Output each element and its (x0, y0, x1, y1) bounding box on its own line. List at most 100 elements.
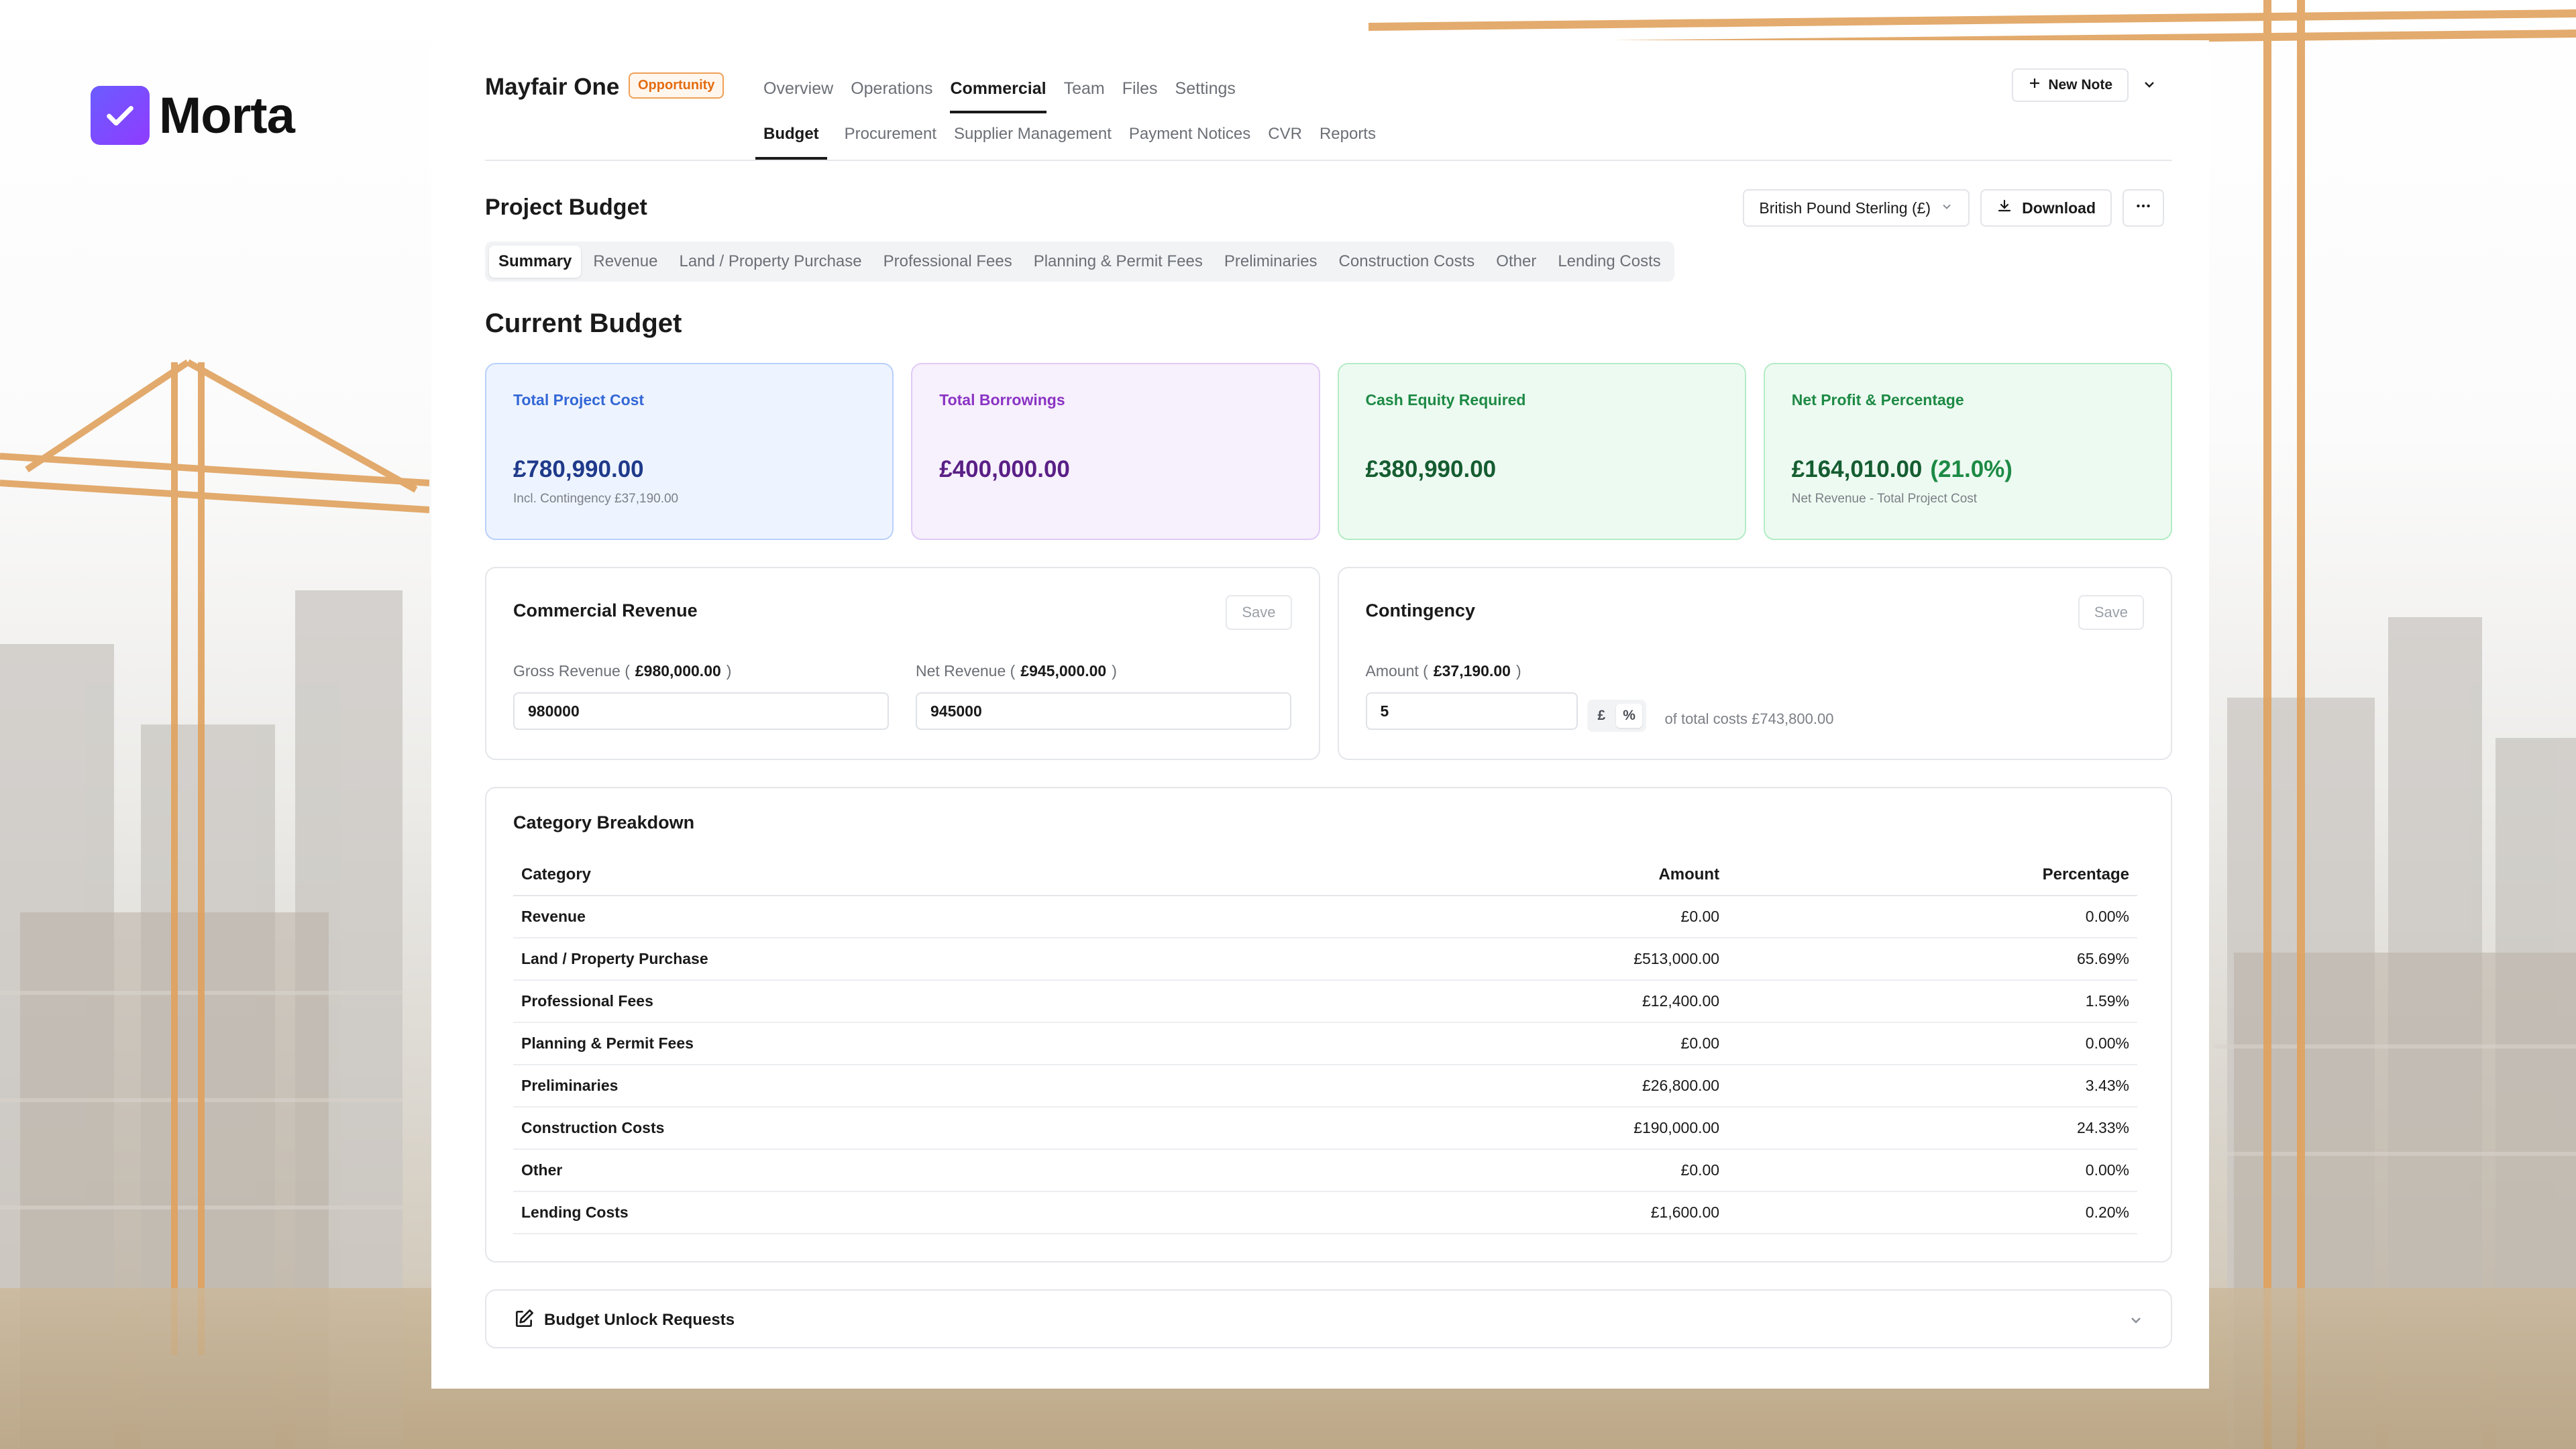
morta-logo[interactable]: Morta (91, 86, 295, 145)
gross-revenue-amount: £980,000.00 (635, 662, 721, 680)
subnav-reports[interactable]: Reports (1320, 125, 1376, 160)
tab-professional-fees[interactable]: Professional Fees (874, 246, 1022, 278)
download-label: Download (2022, 199, 2096, 217)
page-title: Project Budget (485, 195, 647, 220)
contingency-save-button[interactable]: Save (2078, 595, 2144, 630)
card-label: Cash Equity Required (1365, 391, 1526, 409)
contingency-amount-field: Amount (£37,190.00) (1365, 662, 1578, 730)
row-category: Professional Fees (513, 980, 1322, 1023)
top-nav: Overview Operations Commercial Team File… (763, 79, 1236, 113)
gross-revenue-label-row: Gross Revenue (£980,000.00) (513, 662, 732, 680)
nav-files[interactable]: Files (1122, 79, 1158, 113)
card-label: Net Profit & Percentage (1791, 391, 1964, 409)
nav-settings[interactable]: Settings (1175, 79, 1236, 113)
row-category: Lending Costs (513, 1191, 1322, 1234)
card-value: £164,010.00 (1791, 456, 1923, 482)
budget-unlock-requests-accordion[interactable]: Budget Unlock Requests (485, 1289, 2172, 1348)
currency-select-value: British Pound Sterling (£) (1759, 199, 1931, 217)
tab-summary[interactable]: Summary (489, 246, 582, 278)
net-revenue-label-row: Net Revenue (£945,000.00) (916, 662, 1117, 680)
subnav-procurement[interactable]: Procurement (845, 125, 936, 160)
revenue-save-button[interactable]: Save (1226, 595, 1292, 630)
card-value: £380,990.00 (1365, 456, 1497, 482)
card-label: Total Borrowings (939, 391, 1065, 409)
revenue-contingency-row: Commercial Revenue Save Gross Revenue (£… (485, 567, 2172, 760)
project-header: Mayfair One Opportunity Overview Operati… (485, 40, 2172, 114)
tab-construction-costs[interactable]: Construction Costs (1330, 246, 1485, 278)
download-icon (1996, 198, 2012, 218)
column-header-percentage: Percentage (1727, 865, 2137, 896)
unit-pound-option[interactable]: £ (1591, 704, 1613, 728)
status-badge: Opportunity (629, 72, 724, 99)
card-value: £780,990.00 (513, 456, 644, 482)
row-percentage: 0.00% (1727, 1022, 2137, 1065)
tab-lending-costs[interactable]: Lending Costs (1548, 246, 1670, 278)
download-button[interactable]: Download (1980, 189, 2112, 227)
row-category: Preliminaries (513, 1065, 1322, 1108)
currency-select[interactable]: British Pound Sterling (£) (1743, 189, 1970, 227)
gross-revenue-field: Gross Revenue (£980,000.00) (513, 662, 889, 730)
contingency-input[interactable] (1365, 692, 1578, 730)
row-amount: £0.00 (1322, 1149, 1728, 1192)
subnav-payment-notices[interactable]: Payment Notices (1129, 125, 1250, 160)
row-percentage: 0.20% (1727, 1191, 2137, 1234)
card-subtext: Net Revenue - Total Project Cost (1791, 492, 1978, 506)
table-row: Other £0.00 0.00% (513, 1149, 2137, 1192)
new-note-button[interactable]: New Note (2012, 68, 2129, 102)
new-note-label: New Note (2048, 77, 2112, 93)
contingency-panel: Contingency Save Amount (£37,190.00) £ %… (1337, 567, 2172, 760)
main-panel: Mayfair One Opportunity Overview Operati… (431, 40, 2209, 1389)
row-category: Planning & Permit Fees (513, 1022, 1322, 1065)
more-horizontal-icon (2135, 197, 2152, 219)
subnav-supplier-management[interactable]: Supplier Management (954, 125, 1112, 160)
net-revenue-field: Net Revenue (£945,000.00) (916, 662, 1291, 730)
budget-header: Project Budget British Pound Sterling (£… (485, 161, 2172, 241)
contingency-label-row: Amount (£37,190.00) (1365, 662, 1521, 680)
row-amount: £513,000.00 (1322, 938, 1728, 981)
nav-commercial[interactable]: Commercial (950, 79, 1046, 113)
more-options-button[interactable] (2123, 189, 2164, 227)
cash-equity-card: Cash Equity Required £380,990.00 (1337, 363, 1746, 540)
gross-revenue-input[interactable] (513, 692, 889, 730)
nav-overview[interactable]: Overview (763, 79, 833, 113)
card-label: Total Project Cost (513, 391, 645, 409)
unit-percent-option[interactable]: % (1616, 704, 1642, 728)
plus-icon (2028, 76, 2041, 94)
column-header-category: Category (513, 865, 1322, 896)
subnav-budget[interactable]: Budget (755, 125, 827, 160)
tab-revenue[interactable]: Revenue (584, 246, 667, 278)
crane-left-image (0, 359, 429, 1355)
table-header-row: Category Amount Percentage (513, 865, 2137, 896)
category-breakdown-title: Category Breakdown (513, 812, 695, 833)
tab-planning-permit-fees[interactable]: Planning & Permit Fees (1024, 246, 1212, 278)
table-row: Revenue £0.00 0.00% (513, 896, 2137, 938)
row-amount: £1,600.00 (1322, 1191, 1728, 1234)
commercial-subnav: Budget Procurement Supplier Management P… (485, 114, 2172, 161)
row-category: Land / Property Purchase (513, 938, 1322, 981)
budget-unlock-requests-label: Budget Unlock Requests (544, 1311, 735, 1329)
tab-other[interactable]: Other (1487, 246, 1546, 278)
chevron-down-icon (1940, 199, 1953, 217)
row-percentage: 3.43% (1727, 1065, 2137, 1108)
column-header-amount: Amount (1322, 865, 1728, 896)
nav-operations[interactable]: Operations (851, 79, 932, 113)
row-percentage: 1.59% (1727, 980, 2137, 1023)
logo-text: Morta (159, 87, 295, 144)
card-value-row: £164,010.00 (21.0%) (1792, 456, 2012, 483)
chevron-down-icon[interactable] (2141, 76, 2157, 96)
tab-land-property-purchase[interactable]: Land / Property Purchase (669, 246, 871, 278)
row-category: Other (513, 1149, 1322, 1192)
nav-team[interactable]: Team (1064, 79, 1105, 113)
table-row: Construction Costs £190,000.00 24.33% (513, 1107, 2137, 1150)
row-category: Construction Costs (513, 1107, 1322, 1150)
tab-preliminaries[interactable]: Preliminaries (1215, 246, 1327, 278)
row-percentage: 65.69% (1727, 938, 2137, 981)
contingency-unit-toggle: £ % (1587, 700, 1646, 732)
budget-toolbar: British Pound Sterling (£) Download (1743, 189, 2164, 227)
card-value: £400,000.00 (939, 456, 1070, 482)
subnav-cvr[interactable]: CVR (1268, 125, 1302, 160)
budget-tabs: Summary Revenue Land / Property Purchase… (485, 241, 1674, 282)
total-borrowings-card: Total Borrowings £400,000.00 (911, 363, 1320, 540)
row-amount: £12,400.00 (1322, 980, 1728, 1023)
net-revenue-input[interactable] (916, 692, 1291, 730)
